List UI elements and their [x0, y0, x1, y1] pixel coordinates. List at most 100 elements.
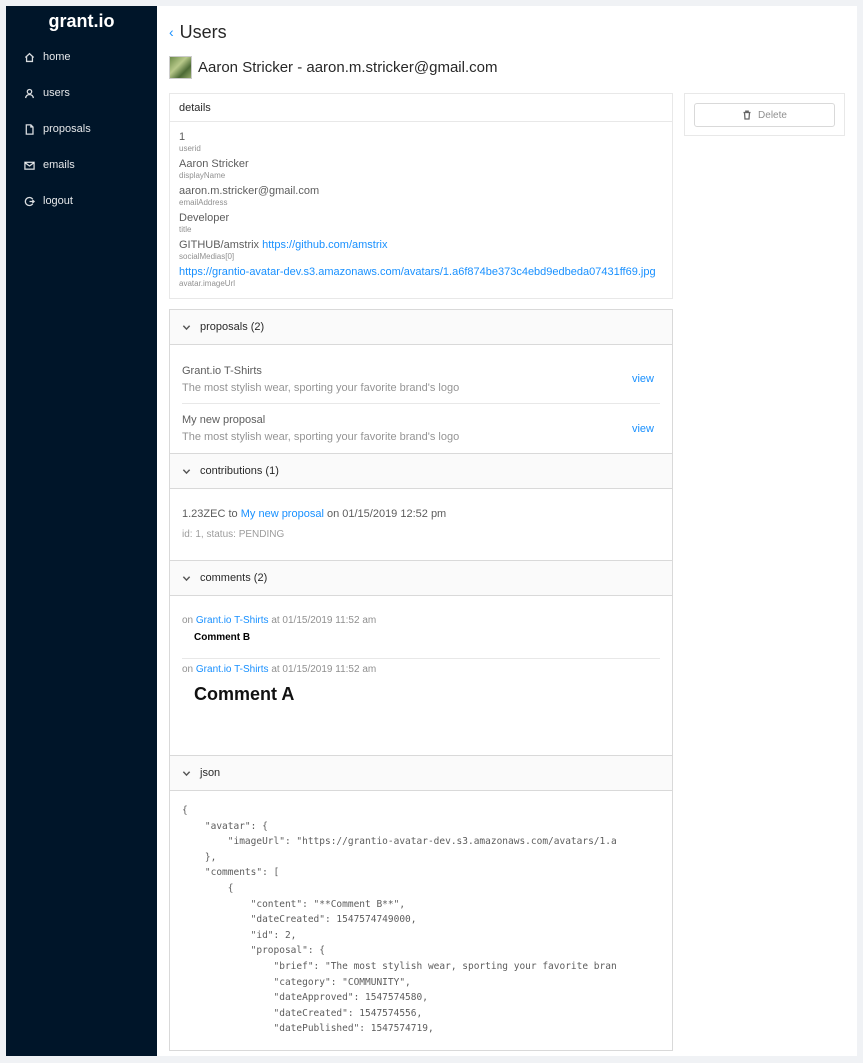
field-key: displayName: [179, 171, 226, 180]
list-item: Grant.io T-Shirts The most stylish wear,…: [182, 355, 660, 404]
sidebar-item-label: emails: [43, 159, 75, 171]
panel-body-json: { "avatar": { "imageUrl": "https://grant…: [170, 791, 672, 1051]
home-icon: [24, 52, 35, 62]
comment-item: on Grant.io T-Shirts at 01/15/2019 11:52…: [182, 664, 660, 705]
panel-title: comments (2): [200, 572, 268, 584]
sidebar-item-emails[interactable]: emails: [6, 147, 157, 183]
chevron-down-icon: [182, 324, 191, 330]
panel-header-comments[interactable]: comments (2): [170, 561, 672, 596]
field-key: title: [179, 225, 192, 234]
field-social-media: GITHUB/amstrix https://github.com/amstri…: [179, 238, 663, 261]
comment-on: on: [182, 664, 194, 675]
chevron-down-icon: [182, 468, 191, 474]
field-value: aaron.m.stricker@gmail.com: [179, 185, 320, 197]
sidebar-item-proposals[interactable]: proposals: [6, 111, 157, 147]
panel-body-comments: on Grant.io T-Shirts at 01/15/2019 11:52…: [170, 596, 672, 756]
sidebar-item-label: users: [43, 87, 70, 99]
sidebar-item-label: proposals: [43, 123, 91, 135]
avatar: [169, 55, 192, 79]
json-code: { "avatar": { "imageUrl": "https://grant…: [182, 805, 617, 1035]
trash-icon: [743, 110, 751, 120]
field-key: socialMedias[0]: [179, 252, 235, 261]
field-value: GITHUB/amstrix https://github.com/amstri…: [179, 238, 663, 252]
proposal-list: Grant.io T-Shirts The most stylish wear,…: [170, 345, 672, 453]
contribution-proposal-link[interactable]: My new proposal: [241, 508, 324, 520]
sidebar-item-logout[interactable]: logout: [6, 183, 157, 219]
contribution-meta: id: 1, status: PENDING: [182, 529, 285, 540]
details-card: details 1 userid Aaron Stricker displayN…: [169, 93, 673, 299]
avatar-url-link[interactable]: https://grantio-avatar-dev.s3.amazonaws.…: [179, 266, 656, 278]
user-detail-column: details 1 userid Aaron Stricker displayN…: [169, 93, 673, 1051]
proposal-description: The most stylish wear, sporting your fav…: [182, 381, 460, 394]
comment-meta: on Grant.io T-Shirts at 01/15/2019 11:52…: [182, 615, 660, 626]
contribution-date: on 01/15/2019 12:52 pm: [326, 508, 447, 520]
delete-button[interactable]: Delete: [694, 103, 835, 127]
contribution-summary: 1.23ZEC to My new proposal on 01/15/2019…: [182, 508, 660, 520]
list-item-meta: Grant.io T-Shirts The most stylish wear,…: [182, 365, 459, 394]
contribution-to: to: [228, 508, 238, 520]
mail-icon: [24, 161, 35, 170]
field-value: Developer: [179, 212, 230, 224]
user-heading: Aaron Stricker - aaron.m.stricker@gmail.…: [198, 58, 498, 76]
panel-body-contributions: 1.23ZEC to My new proposal on 01/15/2019…: [170, 489, 672, 561]
details-card-header: details: [170, 94, 672, 122]
comment-date: at 01/15/2019 11:52 am: [271, 615, 377, 626]
main-content: ‹ Users Aaron Stricker - aaron.m.stricke…: [169, 6, 857, 1056]
comment-on: on: [182, 615, 194, 626]
field-displayname: Aaron Stricker displayName: [179, 157, 663, 180]
list-item: My new proposal The most stylish wear, s…: [182, 404, 660, 453]
sidebar-item-home[interactable]: home: [6, 39, 157, 75]
list-item-meta: My new proposal The most stylish wear, s…: [182, 414, 459, 443]
user-header: Aaron Stricker - aaron.m.stricker@gmail.…: [169, 55, 857, 79]
file-icon: [25, 123, 34, 135]
social-media-link[interactable]: https://github.com/amstrix: [262, 239, 387, 251]
contribution-currency: ZEC: [203, 508, 226, 520]
logout-icon: [24, 196, 35, 206]
comment-proposal-link[interactable]: Grant.io T-Shirts: [196, 664, 269, 675]
panel-body-proposals: Grant.io T-Shirts The most stylish wear,…: [170, 345, 672, 454]
sidebar-item-label: logout: [43, 195, 73, 207]
app-logo: grant.io: [48, 11, 115, 31]
sidebar-item-users[interactable]: users: [6, 75, 157, 111]
field-value: Aaron Stricker: [179, 158, 249, 170]
field-emailaddress: aaron.m.stricker@gmail.com emailAddress: [179, 184, 663, 207]
field-value: https://grantio-avatar-dev.s3.amazonaws.…: [179, 265, 663, 279]
chevron-down-icon: [182, 575, 191, 581]
comment-proposal-link[interactable]: Grant.io T-Shirts: [196, 615, 269, 626]
comment-content: Comment A: [194, 684, 295, 704]
proposal-description: The most stylish wear, sporting your fav…: [182, 431, 460, 443]
app-window: grant.io home users proposals emails log…: [6, 6, 857, 1056]
proposal-title: Grant.io T-Shirts: [182, 364, 262, 377]
field-title: Developer title: [179, 211, 663, 234]
panel-header-json[interactable]: json: [170, 756, 672, 791]
field-avatar-url: https://grantio-avatar-dev.s3.amazonaws.…: [179, 265, 663, 288]
proposal-title: My new proposal: [182, 414, 266, 426]
arrow-left-icon[interactable]: ‹: [169, 24, 174, 40]
field-key: emailAddress: [179, 198, 228, 207]
social-media-handle: GITHUB/amstrix: [179, 239, 260, 251]
field-key: avatar.imageUrl: [179, 279, 236, 288]
details-collapse: proposals (2) Grant.io T-Shirts The most…: [169, 309, 673, 1051]
details-card-body: 1 userid Aaron Stricker displayName aaro…: [170, 122, 672, 298]
comment-date: at 01/15/2019 11:52 am: [271, 664, 377, 675]
view-proposal-link[interactable]: view: [632, 423, 654, 435]
actions-card: Delete: [684, 93, 845, 136]
panel-header-contributions[interactable]: contributions (1): [170, 454, 672, 489]
sidebar-nav: home users proposals emails logout: [6, 39, 157, 219]
comment-content: Comment B: [194, 632, 251, 643]
view-proposal-link[interactable]: view: [632, 373, 654, 385]
delete-button-label: Delete: [758, 109, 787, 121]
comment-meta: on Grant.io T-Shirts at 01/15/2019 11:52…: [182, 664, 660, 675]
page-title: Users: [179, 21, 227, 42]
panel-header-proposals[interactable]: proposals (2): [170, 310, 672, 345]
comment-item: on Grant.io T-Shirts at 01/15/2019 11:52…: [182, 615, 660, 658]
user-icon: [25, 88, 34, 98]
sidebar: grant.io home users proposals emails log…: [6, 6, 157, 1056]
field-key: userid: [179, 144, 201, 153]
panel-title: proposals (2): [200, 321, 265, 333]
contribution-amount: 1.23: [182, 508, 204, 520]
field-userid: 1 userid: [179, 130, 663, 153]
chevron-down-icon: [182, 770, 191, 776]
field-value: 1: [179, 131, 186, 143]
panel-title: contributions (1): [200, 465, 279, 477]
